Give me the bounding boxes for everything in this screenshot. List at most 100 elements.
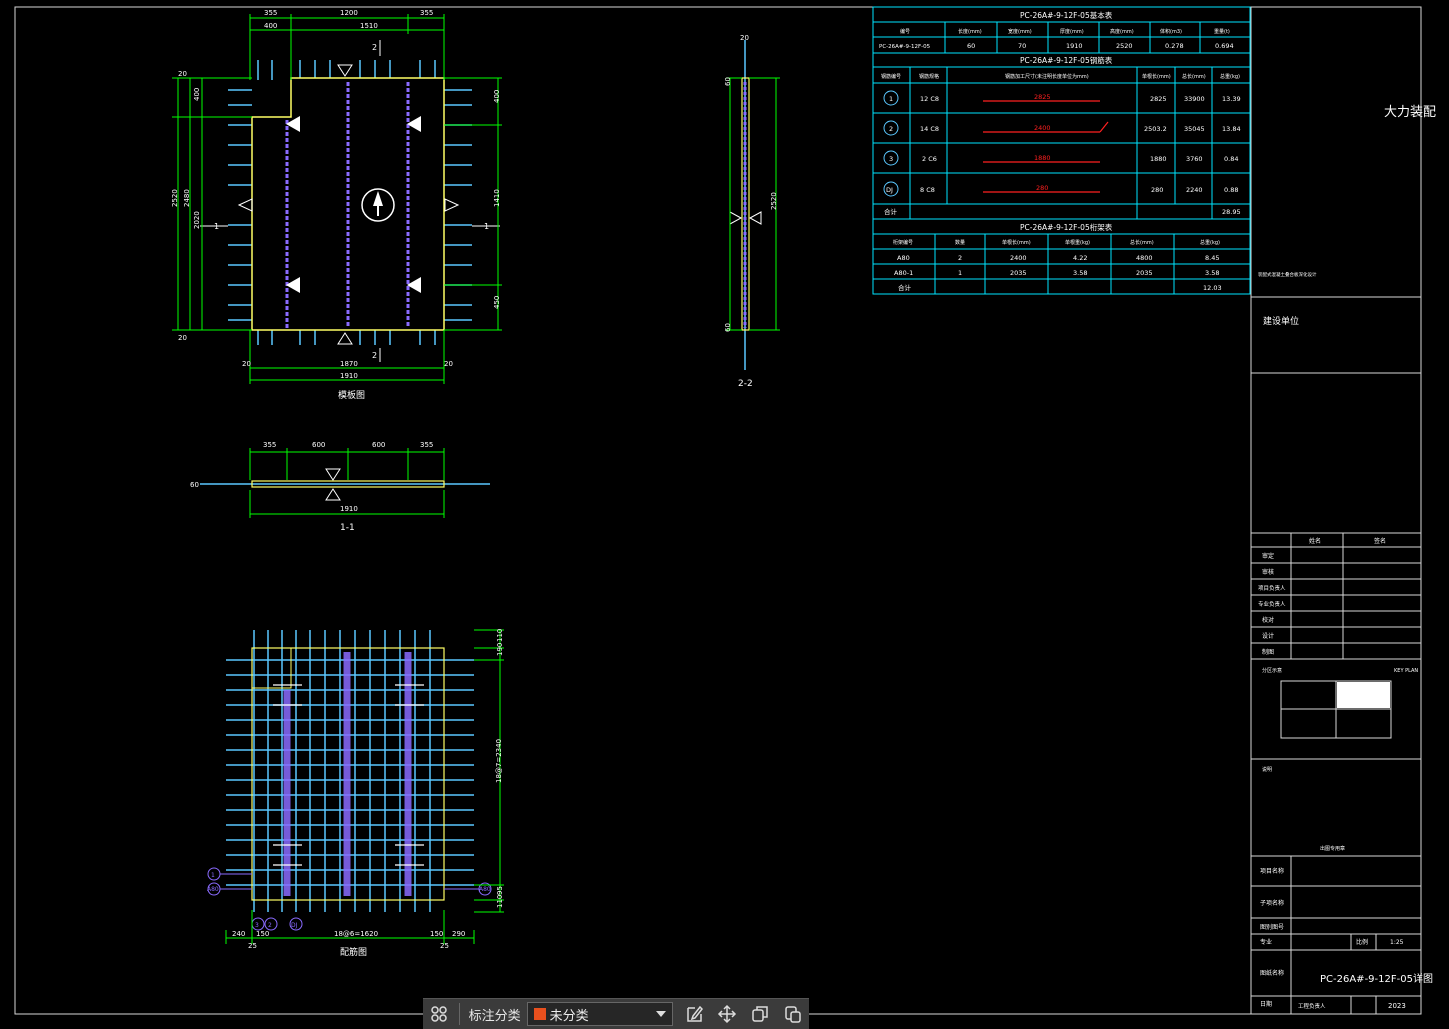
rebar-h-3: 单根长(mm) — [1142, 73, 1171, 80]
dim-right-450: 450 — [493, 296, 501, 309]
rebar-r1-shape: 2400 — [1034, 124, 1051, 132]
view-title-section-1-1: 1-1 — [340, 523, 355, 533]
reinforcement-view[interactable]: 1 A80 A80 3 2 DJ 240 25 150 18@6=1620 15… — [207, 629, 504, 958]
chevron-down-icon — [655, 1011, 666, 1017]
project-title: 大力装配 — [1384, 105, 1436, 120]
dim-bot-150-right: 150 — [430, 930, 443, 938]
basic-table-title: PC-26A#-9-12F-05基本表 — [1020, 10, 1113, 20]
rebar-r0-total: 33900 — [1184, 95, 1205, 103]
role-4: 校对 — [1262, 616, 1274, 624]
title-block[interactable]: 大力装配 装配式混凝土叠合板深化设计 建设单位 姓名 签名 审定 审核 项目负责… — [1250, 7, 1436, 1014]
dim-left-2480: 2480 — [183, 189, 191, 207]
edit-icon — [687, 1005, 703, 1022]
basic-r-5: 0.278 — [1165, 42, 1184, 50]
dim-left-2520: 2520 — [171, 189, 179, 207]
section-1-1-view[interactable]: 355 600 600 355 1910 60 1-1 — [190, 441, 490, 533]
paste-icon — [784, 1006, 801, 1023]
tables-group[interactable]: PC-26A#-9-12F-05基本表 编号 长度(mm) 宽度(mm) 厚度(… — [872, 6, 1251, 295]
keyplan-cn: 分区示意 — [1262, 667, 1282, 674]
edit-button[interactable] — [679, 999, 712, 1029]
builder-label: 建设单位 — [1263, 315, 1299, 327]
rebar-r3-spec: 8 C8 — [920, 186, 935, 194]
dim-left-20-top: 20 — [178, 70, 187, 78]
dim-bottom-20-right: 20 — [444, 360, 453, 368]
category-dropdown[interactable]: 未分类 — [526, 1002, 673, 1026]
section-mark-1-right: 1 — [484, 222, 489, 231]
dim-bot-190: 190 — [496, 643, 504, 656]
rebar-r1-no: 2 — [889, 125, 893, 133]
section-2-2-view[interactable]: 20 2520 60 60 2-2 — [724, 34, 780, 389]
rebar-r3-no: DJ — [886, 186, 893, 194]
truss-h-3: 单根重(kg) — [1065, 239, 1090, 246]
dim-left-2020: 2020 — [193, 211, 201, 229]
basic-h-1: 长度(mm) — [958, 28, 982, 35]
truss-r1-c1: 1 — [958, 269, 962, 277]
sign-header-signature: 签名 — [1374, 537, 1386, 545]
basic-r-1: 60 — [967, 42, 975, 50]
grid-icon — [431, 1006, 448, 1022]
scale-value: 1:25 — [1390, 939, 1404, 946]
field-discipline: 专业 — [1260, 938, 1272, 946]
cad-canvas[interactable]: 1 1 2 2 355 1200 355 400 1510 20 1870 20… — [0, 0, 1449, 1028]
category-selected-value: 未分类 — [549, 1008, 589, 1024]
dim-sec1-355-left: 355 — [263, 441, 276, 449]
dim-top-355-right: 355 — [420, 9, 433, 17]
rebar-h-4: 总长(mm) — [1182, 73, 1206, 80]
truss-r0-c3: 4.22 — [1073, 254, 1087, 262]
dim-left-20-bottom: 20 — [178, 334, 187, 342]
rebar-r3-total: 2240 — [1186, 186, 1203, 194]
view-title-reinforcement: 配筋图 — [340, 946, 367, 958]
dim-sec2-20: 20 — [740, 34, 749, 42]
dim-bottom-1910: 1910 — [340, 372, 358, 380]
copy-button[interactable] — [744, 999, 777, 1029]
rebar-h-5: 总重(kg) — [1220, 73, 1240, 80]
paste-button[interactable] — [776, 999, 809, 1029]
dim-sec2-2520: 2520 — [770, 192, 778, 210]
dim-bot-110-top: 110 — [496, 629, 504, 642]
basic-r-3: 1910 — [1066, 42, 1083, 50]
rebar-table-title: PC-26A#-9-12F-05钢筋表 — [1020, 55, 1113, 65]
basic-h-5: 体积(m3) — [1160, 28, 1182, 35]
grid-button[interactable] — [423, 999, 456, 1029]
keyplan-label: KEY PLAN — [1394, 668, 1418, 674]
section-mark-2-top: 2 — [372, 43, 377, 52]
toolbar-separator — [458, 1003, 460, 1025]
truss-total-label: 合计 — [898, 283, 912, 292]
dim-bottom-1870: 1870 — [340, 360, 358, 368]
sheet-title: PC-26A#-9-12F-05详图 — [1320, 972, 1433, 985]
basic-h-2: 宽度(mm) — [1008, 28, 1032, 35]
rebar-r3-shape: 280 — [1036, 184, 1048, 192]
dim-bot-18x6: 18@6=1620 — [334, 930, 378, 938]
template-view[interactable]: 1 1 2 2 355 1200 355 400 1510 20 1870 20… — [171, 9, 502, 401]
truss-h-0: 桁架编号 — [893, 239, 913, 246]
dim-bot-150-left: 150 — [256, 930, 269, 938]
basic-r-2: 70 — [1018, 42, 1026, 50]
rebar-mark-dj: DJ — [291, 922, 298, 929]
rebar-mark-1: 1 — [211, 872, 215, 879]
dim-sec1-600-right: 600 — [372, 441, 385, 449]
basic-r-0: PC-26A#-9-12F-05 — [879, 44, 931, 50]
dim-top-355-left: 355 — [264, 9, 277, 17]
dim-right-400: 400 — [493, 90, 501, 103]
rebar-r0-weight: 13.39 — [1222, 95, 1241, 103]
section-mark-2-bottom: 2 — [372, 351, 377, 360]
field-drawing-name: 图纸名称 — [1260, 969, 1284, 977]
dim-sec1-600-left: 600 — [312, 441, 325, 449]
dim-bot-18x7: 18@7=2340 — [495, 739, 503, 783]
field-subproject: 子项名称 — [1260, 899, 1284, 907]
rebar-r3-len: 280 — [1151, 186, 1163, 194]
field-drawing-no: 图别图号 — [1260, 923, 1284, 931]
dim-bot-95: 95 — [496, 886, 504, 895]
basic-h-4: 高度(mm) — [1110, 28, 1134, 35]
dim-top-1510: 1510 — [360, 22, 378, 30]
role-2: 项目负责人 — [1258, 584, 1286, 592]
rebar-r0-spec: 12 C8 — [920, 95, 939, 103]
truss-r1-c4: 2035 — [1136, 269, 1153, 277]
dim-sec1-60: 60 — [190, 481, 199, 489]
dim-top-400: 400 — [264, 22, 277, 30]
rebar-r2-shape: 1880 — [1034, 154, 1051, 162]
rebar-r1-weight: 13.84 — [1222, 125, 1241, 133]
annotation-category-label: 标注分类 — [468, 1008, 521, 1024]
move-button[interactable] — [711, 999, 744, 1029]
role-5: 设计 — [1262, 632, 1274, 640]
